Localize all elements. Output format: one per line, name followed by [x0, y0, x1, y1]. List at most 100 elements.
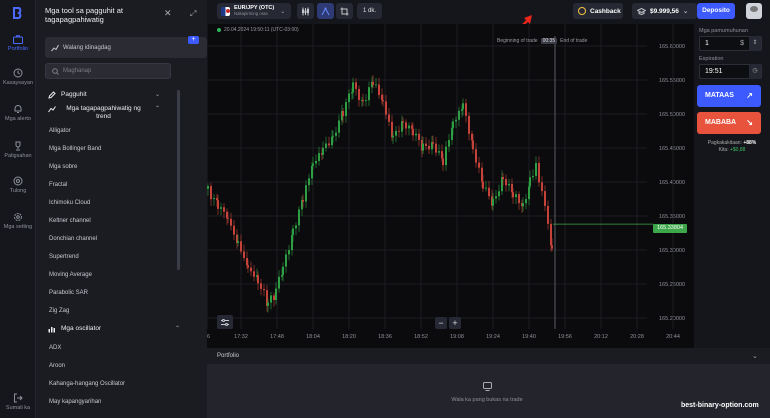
down-button[interactable]: MABABA ↘: [697, 112, 761, 134]
search-input[interactable]: Maghanap: [45, 63, 171, 79]
candle-body: [348, 93, 350, 103]
candle-body: [246, 258, 248, 266]
oscillator-icon: [48, 327, 55, 333]
trade-window-marker: Beginning of trade 00:35 End of trade: [497, 38, 587, 44]
expiration-input[interactable]: 19:51 ◷: [699, 64, 762, 79]
candle-body: [405, 122, 407, 129]
rail-label: Kasaysayan: [3, 80, 33, 86]
indicator-item[interactable]: ADX: [49, 345, 61, 351]
indicator-item[interactable]: Zig Zag: [49, 308, 69, 314]
rail-help[interactable]: Tulong: [0, 176, 36, 194]
rail-portfolio[interactable]: Portfolio: [0, 35, 36, 52]
candle-body: [213, 198, 215, 200]
chart-settings-button[interactable]: [217, 315, 233, 329]
indicator-item[interactable]: Alligator: [49, 128, 71, 134]
indicator-item[interactable]: Mga sobre: [49, 164, 77, 170]
section-drawing[interactable]: Pagguhit ⌄: [48, 91, 160, 99]
candle-body: [438, 151, 440, 153]
indicator-item[interactable]: Moving Average: [49, 272, 92, 278]
flag-icon: [221, 6, 230, 16]
expand-icon[interactable]: ⤢: [190, 9, 199, 18]
screenshot-button[interactable]: [336, 3, 353, 19]
candle-body: [551, 245, 553, 249]
amount-input[interactable]: 1 $ ⇕: [699, 36, 762, 51]
timeframe-button[interactable]: 1 dk.: [357, 3, 382, 19]
cashback-button[interactable]: Cashback: [573, 3, 623, 19]
add-button[interactable]: +: [188, 36, 199, 44]
price-tick-label: 165.45000: [659, 146, 685, 152]
close-icon[interactable]: ✕: [164, 9, 173, 18]
briefcase-icon: [13, 35, 23, 44]
bell-icon: [14, 105, 22, 113]
indicator-item[interactable]: Keltner channel: [49, 218, 91, 224]
section-trend[interactable]: Mga tagapagpahiwatig ng trend ⌃: [48, 105, 160, 121]
logout-icon: [14, 393, 23, 403]
up-button[interactable]: MATAAS ↗: [697, 85, 761, 107]
panel-scrollbar[interactable]: [177, 90, 180, 270]
time-tick-label: 19:08: [450, 334, 464, 340]
chart-area[interactable]: 165.60000 165.55000 165.50000 165.45000 165.…: [207, 24, 694, 348]
portfolio-title[interactable]: Portfolio: [217, 353, 239, 359]
candle-body: [395, 130, 397, 136]
candle-body: [302, 199, 304, 202]
zoom-in-button[interactable]: +: [449, 317, 461, 329]
candle-body: [295, 225, 297, 229]
chart-timestamp: 20.04.2024 19:50:11 (UTC-03:00): [224, 27, 299, 33]
candle-body: [385, 101, 387, 115]
candle-body: [475, 149, 477, 163]
candle-body: [253, 271, 255, 277]
candle-body: [345, 102, 347, 117]
indicators-button[interactable]: [317, 3, 334, 19]
trade-panel: Mga pamumuhunan 1 $ ⇕ Expiration 19:51 ◷…: [694, 24, 770, 348]
indicator-item[interactable]: Mga Bollinger Band: [49, 146, 101, 152]
drawing-tools-icon: [321, 6, 330, 15]
history-icon: [13, 68, 23, 78]
candle-body: [472, 140, 474, 150]
candle-body: [240, 241, 242, 252]
candle-body: [435, 143, 437, 153]
indicator-item[interactable]: May kapangyarihan: [49, 399, 101, 405]
indicator-item[interactable]: Parabolic SAR: [49, 290, 88, 296]
candle-body: [332, 135, 334, 137]
price-tick-label: 165.25000: [659, 282, 685, 288]
candle-body: [220, 207, 222, 209]
rail-logout[interactable]: Sumali ka: [0, 393, 36, 411]
portfolio-body: [207, 364, 770, 418]
time-tick-label: 18:20: [342, 334, 356, 340]
section-label: Mga tagapagpahiwatig ng trend: [66, 105, 141, 120]
candle-body: [547, 205, 549, 224]
candle-body: [392, 135, 394, 138]
rail-history[interactable]: Kasaysayan: [0, 68, 36, 86]
rail-settings[interactable]: Mga setting: [0, 212, 36, 230]
rail-tournaments[interactable]: Paligsahan: [0, 141, 36, 159]
chevron-down-icon[interactable]: ⌄: [752, 352, 758, 360]
chevron-down-icon: ⌄: [682, 8, 689, 15]
coin-icon: [578, 7, 586, 15]
zoom-out-button[interactable]: −: [435, 317, 447, 329]
price-tick-label: 165.55000: [659, 78, 685, 84]
rail-alerts[interactable]: Mga alerto: [0, 104, 36, 122]
indicator-item[interactable]: Donchian channel: [49, 236, 97, 242]
indicator-item[interactable]: Kahanga-hangang Oscillator: [49, 381, 125, 387]
indicator-item[interactable]: Aroon: [49, 363, 65, 369]
balance-value: $9.999,56: [650, 7, 679, 15]
avatar[interactable]: [746, 3, 762, 19]
indicator-item[interactable]: Supertrend: [49, 254, 79, 260]
added-indicators-box: Walang idinagdag: [45, 37, 207, 58]
candle-body: [278, 276, 280, 289]
asset-selector[interactable]: EUR/JPY (OTC) Nakapirming oras ⌄: [217, 3, 291, 19]
time-tick-label: 20:12: [594, 334, 608, 340]
indicator-item[interactable]: Fractal: [49, 182, 67, 188]
clock-icon[interactable]: ◷: [749, 64, 761, 79]
chart-type-button[interactable]: [297, 3, 314, 19]
candle-body: [365, 100, 367, 102]
price-chart[interactable]: 165.60000 165.55000 165.50000 165.45000 165.…: [207, 24, 694, 348]
candle-body: [315, 160, 317, 164]
candle-body: [488, 187, 490, 197]
balance-selector[interactable]: $9.999,56 ⌄: [632, 3, 697, 19]
indicator-item[interactable]: Ichimoku Cloud: [49, 200, 90, 206]
candle-body: [432, 142, 434, 144]
deposit-button[interactable]: Deposito: [697, 3, 735, 19]
stepper-icon[interactable]: ⇕: [749, 36, 761, 51]
section-oscillators[interactable]: Mga oscillator ⌃: [48, 325, 180, 333]
